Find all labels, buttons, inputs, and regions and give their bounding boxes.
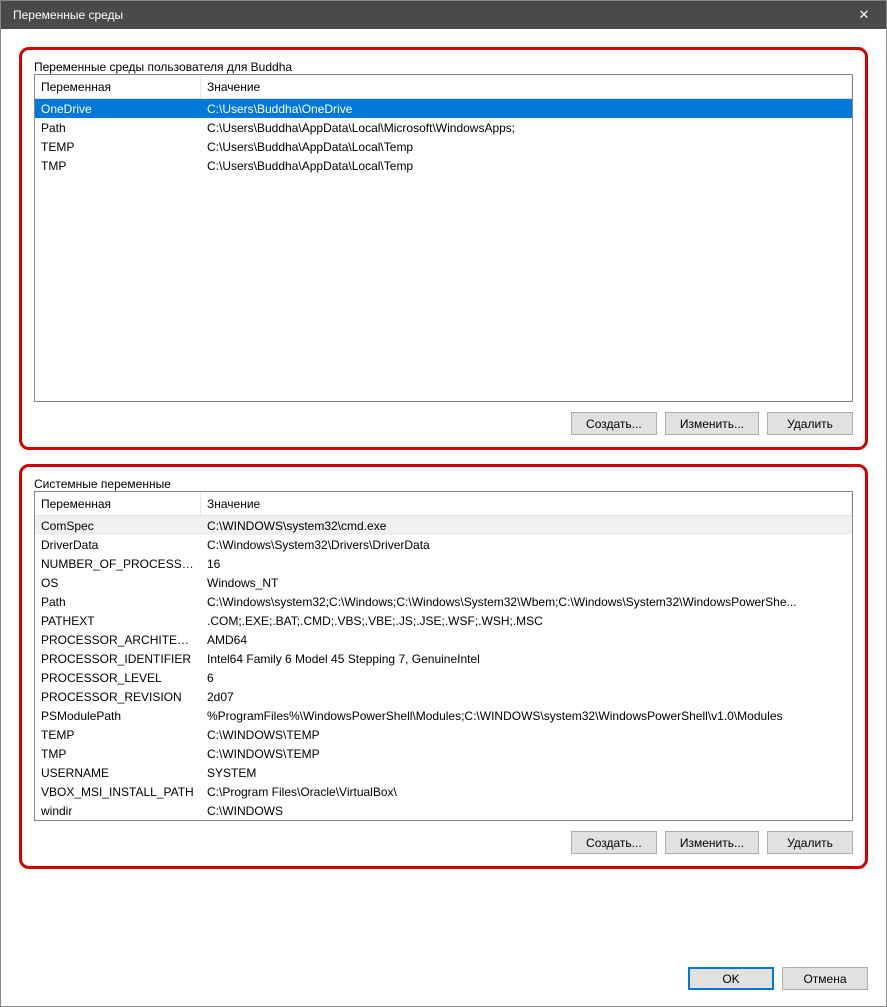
var-value: C:\Users\Buddha\AppData\Local\Temp — [201, 158, 852, 174]
col-header-name[interactable]: Переменная — [35, 76, 201, 98]
list-body: ComSpecC:\WINDOWS\system32\cmd.exeDriver… — [35, 516, 852, 820]
titlebar[interactable]: Переменные среды ✕ — [1, 1, 886, 29]
var-name: Path — [35, 120, 201, 136]
var-name: TMP — [35, 158, 201, 174]
user-vars-buttons: Создать... Изменить... Удалить — [34, 412, 853, 435]
list-header[interactable]: Переменная Значение — [35, 492, 852, 516]
table-row[interactable]: TMPC:\WINDOWS\TEMP — [35, 744, 852, 763]
var-name: PROCESSOR_ARCHITECTURE — [35, 632, 201, 648]
cancel-button[interactable]: Отмена — [782, 967, 868, 990]
table-row[interactable]: USERNAMESYSTEM — [35, 763, 852, 782]
user-vars-highlight: Переменные среды пользователя для Buddha… — [19, 47, 868, 450]
var-value: AMD64 — [201, 632, 852, 648]
var-value: C:\Users\Buddha\AppData\Local\Microsoft\… — [201, 120, 852, 136]
var-name: PSModulePath — [35, 708, 201, 724]
var-name: windir — [35, 803, 201, 819]
delete-button[interactable]: Удалить — [767, 831, 853, 854]
var-value: C:\WINDOWS\TEMP — [201, 727, 852, 743]
table-row[interactable]: DriverDataC:\Windows\System32\Drivers\Dr… — [35, 535, 852, 554]
user-vars-legend: Переменные среды пользователя для Buddha — [30, 60, 296, 74]
dialog-body: Переменные среды пользователя для Buddha… — [1, 29, 886, 959]
col-header-name[interactable]: Переменная — [35, 493, 201, 515]
var-name: OS — [35, 575, 201, 591]
table-row[interactable]: PathC:\Users\Buddha\AppData\Local\Micros… — [35, 118, 852, 137]
edit-button[interactable]: Изменить... — [665, 412, 759, 435]
var-value: .COM;.EXE;.BAT;.CMD;.VBS;.VBE;.JS;.JSE;.… — [201, 613, 852, 629]
delete-button[interactable]: Удалить — [767, 412, 853, 435]
col-header-value[interactable]: Значение — [201, 76, 852, 98]
system-vars-buttons: Создать... Изменить... Удалить — [34, 831, 853, 854]
edit-button[interactable]: Изменить... — [665, 831, 759, 854]
table-row[interactable]: TEMPC:\Users\Buddha\AppData\Local\Temp — [35, 137, 852, 156]
table-row[interactable]: VBOX_MSI_INSTALL_PATHC:\Program Files\Or… — [35, 782, 852, 801]
list-header[interactable]: Переменная Значение — [35, 75, 852, 99]
var-value: %ProgramFiles%\WindowsPowerShell\Modules… — [201, 708, 852, 724]
table-row[interactable]: PROCESSOR_ARCHITECTUREAMD64 — [35, 630, 852, 649]
table-row[interactable]: PROCESSOR_REVISION2d07 — [35, 687, 852, 706]
var-name: TEMP — [35, 727, 201, 743]
close-icon[interactable]: ✕ — [842, 1, 886, 29]
system-vars-list[interactable]: Переменная Значение ComSpecC:\WINDOWS\sy… — [34, 491, 853, 821]
col-header-value[interactable]: Значение — [201, 493, 852, 515]
var-name: PROCESSOR_IDENTIFIER — [35, 651, 201, 667]
table-row[interactable]: TMPC:\Users\Buddha\AppData\Local\Temp — [35, 156, 852, 175]
var-value: 6 — [201, 670, 852, 686]
table-row[interactable]: PSModulePath%ProgramFiles%\WindowsPowerS… — [35, 706, 852, 725]
table-row[interactable]: TEMPC:\WINDOWS\TEMP — [35, 725, 852, 744]
system-vars-group: Системные переменные Переменная Значение… — [34, 477, 853, 854]
var-name: ComSpec — [35, 518, 201, 534]
table-row[interactable]: windirC:\WINDOWS — [35, 801, 852, 820]
var-name: PROCESSOR_REVISION — [35, 689, 201, 705]
var-value: C:\Program Files\Oracle\VirtualBox\ — [201, 784, 852, 800]
var-value: Intel64 Family 6 Model 45 Stepping 7, Ge… — [201, 651, 852, 667]
var-value: C:\WINDOWS — [201, 803, 852, 819]
var-name: OneDrive — [35, 101, 201, 117]
var-name: USERNAME — [35, 765, 201, 781]
table-row[interactable]: PathC:\Windows\system32;C:\Windows;C:\Wi… — [35, 592, 852, 611]
table-row[interactable]: PROCESSOR_IDENTIFIERIntel64 Family 6 Mod… — [35, 649, 852, 668]
table-row[interactable]: OSWindows_NT — [35, 573, 852, 592]
system-vars-highlight: Системные переменные Переменная Значение… — [19, 464, 868, 869]
var-value: 2d07 — [201, 689, 852, 705]
var-value: C:\Windows\system32;C:\Windows;C:\Window… — [201, 594, 852, 610]
env-vars-dialog: Переменные среды ✕ Переменные среды поль… — [0, 0, 887, 1007]
user-vars-list[interactable]: Переменная Значение OneDriveC:\Users\Bud… — [34, 74, 853, 402]
var-value: C:\WINDOWS\system32\cmd.exe — [201, 518, 852, 534]
var-value: Windows_NT — [201, 575, 852, 591]
var-name: DriverData — [35, 537, 201, 553]
var-name: PROCESSOR_LEVEL — [35, 670, 201, 686]
list-body: OneDriveC:\Users\Buddha\OneDrivePathC:\U… — [35, 99, 852, 175]
new-button[interactable]: Создать... — [571, 831, 657, 854]
table-row[interactable]: PATHEXT.COM;.EXE;.BAT;.CMD;.VBS;.VBE;.JS… — [35, 611, 852, 630]
ok-button[interactable]: OK — [688, 967, 774, 990]
var-name: NUMBER_OF_PROCESSORS — [35, 556, 201, 572]
var-value: C:\Windows\System32\Drivers\DriverData — [201, 537, 852, 553]
var-value: C:\Users\Buddha\OneDrive — [201, 101, 852, 117]
table-row[interactable]: PROCESSOR_LEVEL6 — [35, 668, 852, 687]
var-name: PATHEXT — [35, 613, 201, 629]
table-row[interactable]: ComSpecC:\WINDOWS\system32\cmd.exe — [35, 516, 852, 535]
var-name: Path — [35, 594, 201, 610]
var-value: 16 — [201, 556, 852, 572]
var-name: TEMP — [35, 139, 201, 155]
new-button[interactable]: Создать... — [571, 412, 657, 435]
dialog-footer: OK Отмена — [1, 959, 886, 1006]
system-vars-legend: Системные переменные — [30, 477, 175, 491]
var-value: C:\Users\Buddha\AppData\Local\Temp — [201, 139, 852, 155]
table-row[interactable]: NUMBER_OF_PROCESSORS16 — [35, 554, 852, 573]
window-title: Переменные среды — [13, 8, 842, 22]
var-value: C:\WINDOWS\TEMP — [201, 746, 852, 762]
var-value: SYSTEM — [201, 765, 852, 781]
var-name: TMP — [35, 746, 201, 762]
user-vars-group: Переменные среды пользователя для Buddha… — [34, 60, 853, 435]
table-row[interactable]: OneDriveC:\Users\Buddha\OneDrive — [35, 99, 852, 118]
var-name: VBOX_MSI_INSTALL_PATH — [35, 784, 201, 800]
